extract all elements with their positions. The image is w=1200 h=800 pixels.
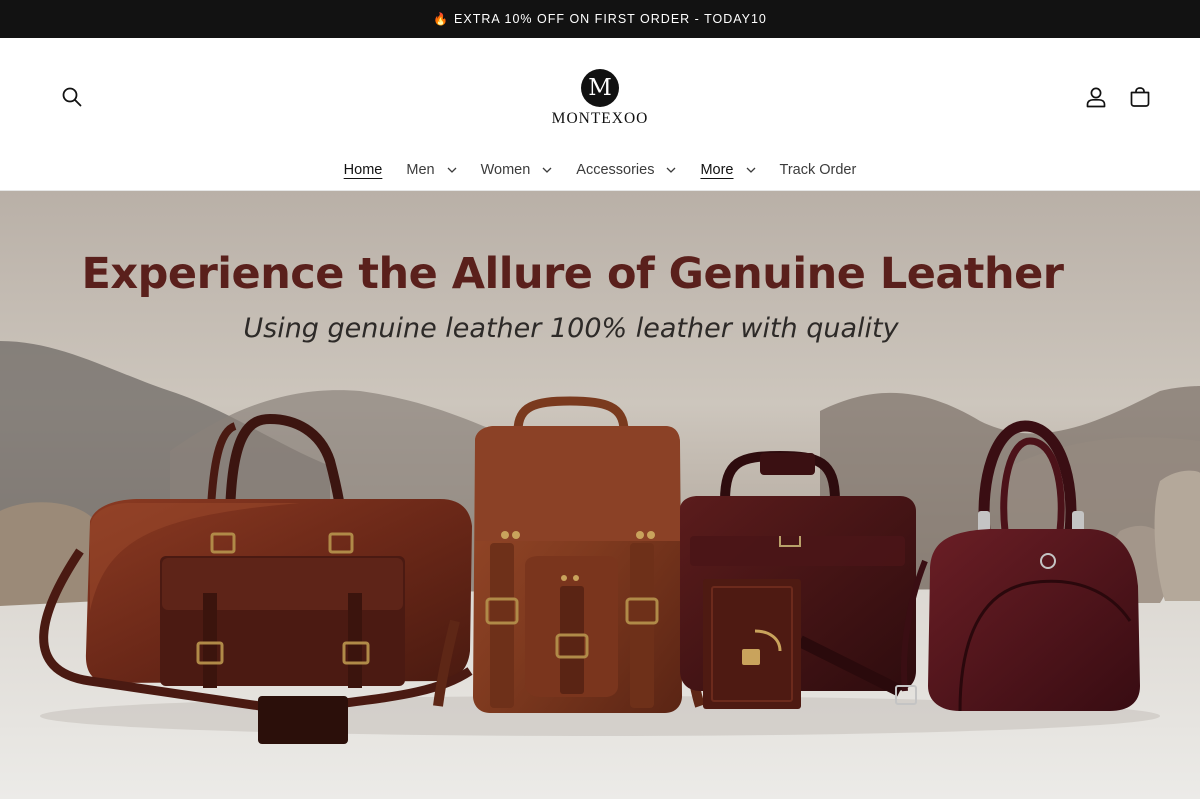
nav-item-accessories[interactable]: Accessories: [564, 156, 688, 184]
site-logo[interactable]: M MONTEXOO: [540, 69, 660, 128]
hero-banner[interactable]: Experience the Allure of Genuine Leather…: [0, 191, 1200, 799]
site-header: M MONTEXOO Home Men Women Accessories More Tr…: [0, 38, 1200, 191]
nav-item-men[interactable]: Men: [394, 156, 468, 184]
search-icon: [62, 87, 82, 107]
nav-item-label: Accessories: [576, 162, 655, 178]
chevron-down-icon: [746, 167, 756, 173]
nav-item-label: Men: [406, 162, 435, 178]
logo-monogram: M: [581, 69, 619, 107]
user-icon: [1086, 87, 1106, 108]
chevron-down-icon: [542, 167, 552, 173]
announcement-text: EXTRA 10% OFF ON FIRST ORDER - TODAY10: [454, 12, 767, 26]
nav-item-label: Track Order: [779, 162, 857, 178]
nav-item-women[interactable]: Women: [469, 156, 565, 184]
nav-item-more[interactable]: More: [688, 156, 767, 184]
nav-item-label: More: [700, 162, 734, 178]
search-button[interactable]: [54, 79, 90, 115]
cart-button[interactable]: [1122, 79, 1158, 115]
shopping-bag-icon: [1130, 87, 1150, 107]
nav-item-home[interactable]: Home: [332, 156, 395, 184]
nav-item-label: Women: [480, 162, 531, 178]
hero-title: Experience the Allure of Genuine Leather: [81, 249, 1064, 299]
account-button[interactable]: [1078, 79, 1114, 115]
nav-item-track-order[interactable]: Track Order: [768, 156, 869, 184]
nav-item-label: Home: [343, 162, 383, 178]
hero-subtitle: Using genuine leather 100% leather with …: [243, 313, 899, 344]
main-nav: Home Men Women Accessories More Track Order: [0, 156, 1200, 184]
announcement-bar: 🔥 EXTRA 10% OFF ON FIRST ORDER - TODAY10: [0, 0, 1200, 38]
logo-text: MONTEXOO: [551, 110, 649, 127]
fire-icon: 🔥: [433, 12, 450, 26]
chevron-down-icon: [666, 167, 676, 173]
chevron-down-icon: [447, 167, 457, 173]
